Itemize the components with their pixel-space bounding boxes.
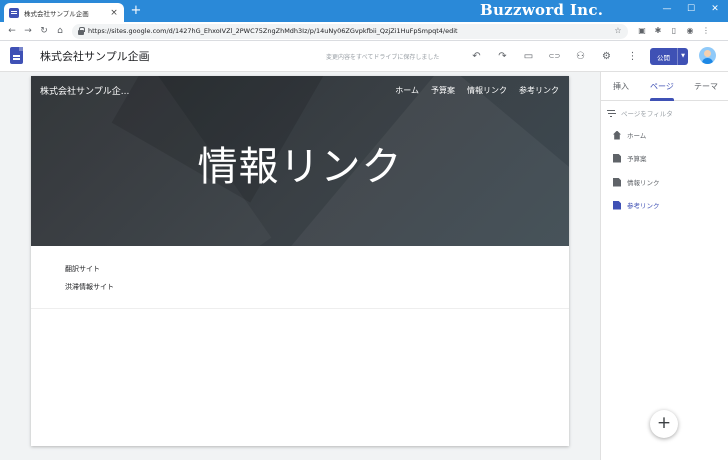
minimize-window-icon[interactable]: — [660,2,674,16]
page-item-reference-links[interactable]: 参考リンク [613,199,660,211]
lock-icon [78,27,85,35]
brand-watermark: Buzzword Inc. [480,1,604,19]
browser-tab-title: 株式会社サンプル企画 [24,9,89,18]
browser-tab-strip: 株式会社サンプル企画 × + Buzzword Inc. — ☐ ✕ [0,0,728,22]
page-item-budget[interactable]: 予算案 [613,152,647,164]
page-icon [613,200,621,210]
forward-icon[interactable]: → [22,25,34,37]
page-item-info-links[interactable]: 情報リンク [613,176,660,188]
page-item-label: 参考リンク [627,202,660,210]
close-tab-icon[interactable]: × [109,8,119,18]
reload-icon[interactable]: ↻ [38,25,50,37]
sites-editor-header: 株式会社サンプル企画 変更内容をすべてドライブに保存しました ↶ ↷ ▭ ⊂⊃ … [0,41,728,72]
account-avatar[interactable] [699,47,716,64]
url-text: https://sites.google.com/d/1427hG_EhxoIV… [88,27,458,35]
preview-icon[interactable]: ▭ [522,50,535,63]
browser-tab[interactable]: 株式会社サンプル企画 × [4,3,124,22]
panel-tabs: 挿入 ページ テーマ [601,72,728,101]
site-name[interactable]: 株式会社サンプル企画 [40,48,150,64]
sites-logo-icon[interactable] [10,47,23,64]
nav-item-home[interactable]: ホーム [395,85,419,96]
bookmark-star-icon[interactable]: ☆ [612,25,624,37]
filter-icon [607,109,615,117]
editor-canvas: 株式会社サンプル企... ホーム 予算案 情報リンク 参考リンク 情報リンク 翻… [0,72,600,460]
list-item[interactable]: 洪滞情報サイト [65,282,114,300]
sites-favicon-icon [9,7,19,18]
home-icon[interactable]: ⌂ [54,25,66,37]
extension-icon[interactable]: ▣ [636,25,648,37]
nav-item-reference-links[interactable]: 参考リンク [519,85,559,96]
browser-menu-icon[interactable]: ⋮ [700,25,712,37]
address-bar[interactable]: https://sites.google.com/d/1427hG_EhxoIV… [72,24,628,39]
share-icon[interactable]: ⚇ [574,50,587,63]
tab-insert[interactable]: 挿入 [613,81,629,92]
tab-pages[interactable]: ページ [650,81,674,92]
redo-icon[interactable]: ↷ [496,50,509,63]
tab-themes[interactable]: テーマ [694,81,718,92]
nav-item-info-links[interactable]: 情報リンク [467,85,507,96]
more-options-icon[interactable]: ⋮ [626,50,639,63]
back-icon[interactable]: ← [6,25,18,37]
list-item[interactable]: 翻訳サイト [65,264,114,282]
page-title[interactable]: 情報リンク [31,134,569,192]
publish-dropdown-icon[interactable]: ▼ [677,48,688,65]
section-divider [31,308,569,309]
save-status: 変更内容をすべてドライブに保存しました [326,54,440,61]
add-page-button[interactable]: + [650,410,678,438]
page-icon [613,177,621,187]
page-item-label: 情報リンク [627,179,660,187]
page-item-home[interactable]: ホーム [613,129,646,141]
page-item-label: 予算案 [627,155,647,163]
publish-button[interactable]: 公開 ▼ [650,48,688,65]
banner-site-title[interactable]: 株式会社サンプル企... [40,84,129,97]
home-icon [613,130,621,140]
browser-toolbar: ← → ↻ ⌂ https://sites.google.com/d/1427h… [0,22,728,41]
nav-item-budget[interactable]: 予算案 [431,85,455,96]
puzzle-icon[interactable]: ✱ [652,25,664,37]
site-page: 株式会社サンプル企... ホーム 予算案 情報リンク 参考リンク 情報リンク 翻… [31,76,569,446]
maximize-window-icon[interactable]: ☐ [684,2,698,16]
close-window-icon[interactable]: ✕ [708,2,722,16]
page-filter[interactable]: ページをフィルタ [607,108,673,118]
header-banner[interactable]: 株式会社サンプル企... ホーム 予算案 情報リンク 参考リンク 情報リンク [31,76,569,246]
publish-label: 公開 [657,53,670,62]
site-navigation: ホーム 予算案 情報リンク 参考リンク [395,85,559,96]
side-panel: 挿入 ページ テーマ ページをフィルタ ホーム 予算案 情報リンク 参考リンク … [600,72,728,460]
link-list: 翻訳サイト 洪滞情報サイト [65,264,114,300]
active-tab-indicator [650,98,674,101]
settings-gear-icon[interactable]: ⚙ [600,50,613,63]
new-tab-button[interactable]: + [129,4,143,18]
page-item-label: ホーム [627,132,647,140]
sidebar-icon[interactable]: ▯ [668,25,680,37]
page-icon [613,153,621,163]
filter-placeholder: ページをフィルタ [621,110,673,118]
profile-icon[interactable]: ◉ [684,25,696,37]
link-icon[interactable]: ⊂⊃ [548,50,561,63]
undo-icon[interactable]: ↶ [470,50,483,63]
